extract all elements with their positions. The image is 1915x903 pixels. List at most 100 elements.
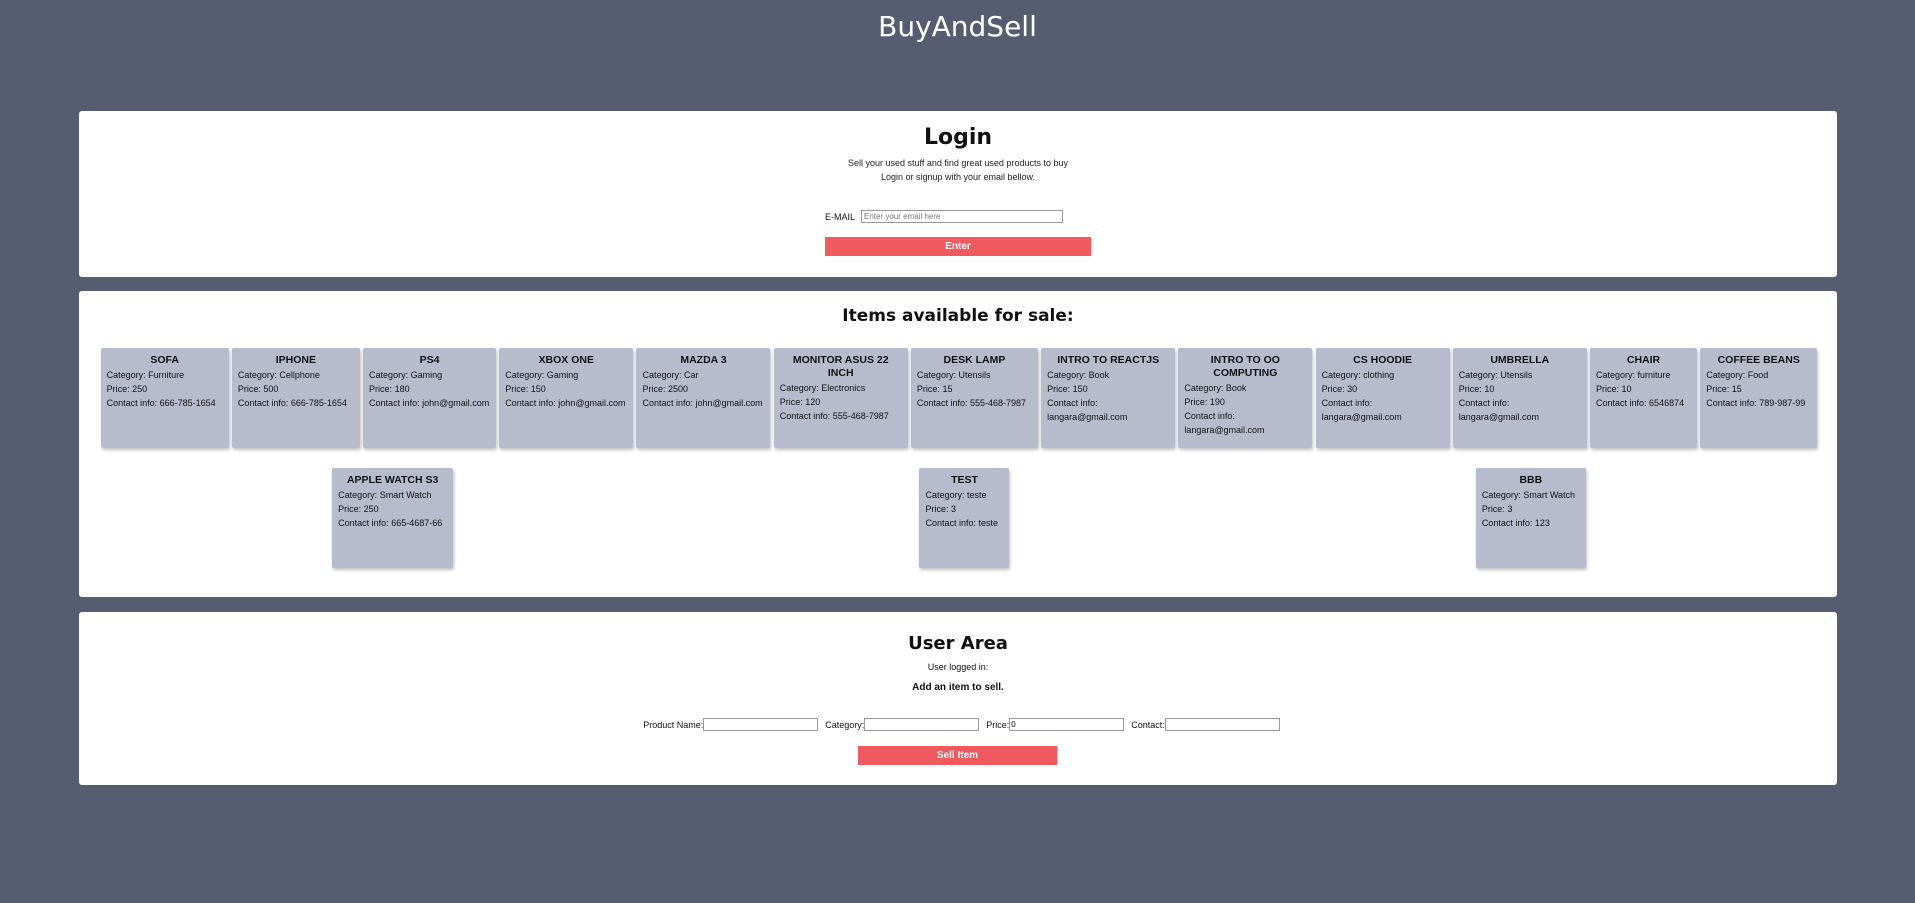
item-price-label: Price: bbox=[642, 384, 668, 394]
sell-form: Product Name: Category: Price: Contact: bbox=[79, 718, 1837, 731]
item-contact: langara@gmail.com bbox=[1458, 412, 1539, 422]
login-panel: Login Sell your used stuff and find grea… bbox=[79, 111, 1837, 277]
item-price-label: Price: bbox=[1596, 384, 1622, 394]
item-category-label: Category: bbox=[505, 370, 547, 380]
item-name: UMBRELLA bbox=[1490, 354, 1550, 366]
email-input[interactable] bbox=[861, 210, 1064, 223]
item-category-label: Category: bbox=[1458, 370, 1501, 380]
item-category-label: Category: bbox=[106, 370, 149, 380]
item-contact: 665-4687-66 bbox=[391, 518, 443, 528]
item-card: MAZDA 3 Category: Car Price: 2500 Contact i… bbox=[636, 348, 771, 448]
item-contact-label: Contact info: bbox=[505, 398, 559, 408]
contact-label: Contact: bbox=[1131, 719, 1165, 730]
item-price-label: Price: bbox=[338, 504, 364, 514]
item-price-label: Price: bbox=[369, 384, 395, 394]
item-card: IPHONE Category: Cellphone Price: 500 Conta… bbox=[231, 348, 360, 448]
category-input[interactable] bbox=[864, 718, 980, 731]
app-title: BuyAndSell bbox=[878, 10, 1037, 43]
item-contact-line: Contact info: 666-785-1654 bbox=[107, 396, 223, 410]
item-contact: 555-468-7987 bbox=[969, 398, 1027, 408]
item-price-label: Price: bbox=[237, 384, 264, 394]
item-contact-label: Contact info: bbox=[369, 398, 423, 408]
item-price: 250 bbox=[132, 384, 148, 394]
item-category-line: Category: Electronics bbox=[780, 381, 902, 395]
price-input[interactable] bbox=[1009, 718, 1125, 731]
login-subtitle: Sell your used stuff and find great used… bbox=[848, 158, 1068, 168]
login-description: Sell your used stuff and find great used… bbox=[79, 156, 1837, 184]
item-category: teste bbox=[967, 490, 987, 500]
item-category: Utensils bbox=[1500, 370, 1533, 380]
item-category-line: Category: Food bbox=[1706, 368, 1811, 382]
item-price: 250 bbox=[363, 504, 379, 514]
item-price-line: Price: 3 bbox=[925, 502, 1003, 516]
user-area-panel: User Area User logged in: Add an item to… bbox=[79, 612, 1837, 785]
item-category-line: Category: teste bbox=[925, 488, 1003, 502]
item-name: INTRO TO REACTJS bbox=[1057, 354, 1160, 366]
item-category-label: Category: bbox=[916, 370, 959, 380]
user-area-heading: User Area bbox=[908, 633, 1008, 654]
item-price: 15 bbox=[942, 384, 953, 394]
item-category-line: Category: Furniture bbox=[107, 368, 223, 382]
email-row: E-MAIL bbox=[825, 210, 1064, 223]
item-name: BBB bbox=[1519, 474, 1543, 486]
item-contact: 6546874 bbox=[1649, 398, 1685, 408]
item-price: 3 bbox=[1507, 504, 1513, 514]
item-card: CS HOODIE Category: clothing Price: 30 Cont… bbox=[1315, 348, 1450, 448]
item-category-label: Category: bbox=[237, 370, 280, 380]
item-category-line: Category: Cellphone bbox=[238, 368, 354, 382]
product-name-input[interactable] bbox=[703, 718, 819, 731]
item-price-line: Price: 15 bbox=[917, 382, 1032, 396]
item-card: UMBRELLA Category: Utensils Price: 10 Conta… bbox=[1452, 348, 1587, 448]
item-price-label: Price: bbox=[1047, 384, 1073, 394]
item-contact-line: Contact info: teste bbox=[925, 516, 1003, 530]
item-contact: john@gmail.com bbox=[558, 398, 626, 408]
item-price: 10 bbox=[1621, 384, 1632, 394]
item-contact: langara@gmail.com bbox=[1321, 412, 1402, 422]
item-price-line: Price: 190 bbox=[1184, 395, 1306, 409]
contact-input[interactable] bbox=[1164, 718, 1280, 731]
items-grid: SOFA Category: Furniture Price: 250 Contact… bbox=[99, 348, 1819, 568]
item-contact-line: Contact info: langara@gmail.com bbox=[1459, 396, 1581, 424]
item-category-line: Category: furniture bbox=[1596, 368, 1691, 382]
item-price-label: Price: bbox=[925, 504, 951, 514]
item-name: IPHONE bbox=[275, 354, 316, 366]
item-name: PS4 bbox=[419, 354, 440, 366]
item-category: furniture bbox=[1637, 370, 1671, 380]
item-name: APPLE WATCH S3 bbox=[346, 474, 439, 486]
item-name: XBOX ONE bbox=[538, 354, 594, 366]
item-price-line: Price: 150 bbox=[1047, 382, 1169, 396]
item-category: Book bbox=[1225, 383, 1247, 393]
item-category-label: Category: bbox=[338, 490, 380, 500]
item-category-line: Category: Smart Watch bbox=[338, 488, 447, 502]
item-contact-label: Contact info: bbox=[1481, 518, 1535, 528]
item-card: SOFA Category: Furniture Price: 250 Contact… bbox=[100, 348, 229, 448]
item-contact-label: Contact info: bbox=[1596, 398, 1650, 408]
item-contact: teste bbox=[978, 518, 999, 528]
item-card: MONITOR ASUS 22 INCH Category: Electronic… bbox=[773, 348, 908, 448]
item-category-line: Category: Utensils bbox=[917, 368, 1032, 382]
item-card: BBB Category: Smart Watch Price: 3 Contact … bbox=[1475, 468, 1586, 568]
item-contact-label: Contact info: bbox=[1706, 398, 1760, 408]
item-category: Furniture bbox=[148, 370, 185, 380]
item-contact-label: Contact info: bbox=[779, 411, 833, 421]
enter-button[interactable]: Enter bbox=[825, 237, 1091, 256]
item-price: 150 bbox=[1072, 384, 1088, 394]
item-contact: john@gmail.com bbox=[422, 398, 490, 408]
item-price-line: Price: 120 bbox=[780, 395, 902, 409]
item-price-line: Price: 30 bbox=[1322, 382, 1444, 396]
item-price-label: Price: bbox=[1458, 384, 1485, 394]
item-price-label: Price: bbox=[505, 384, 531, 394]
item-contact: 666-785-1654 bbox=[290, 398, 347, 408]
item-name: SOFA bbox=[150, 354, 179, 366]
item-contact-label: Contact info: bbox=[925, 518, 979, 528]
sell-item-button[interactable]: Sell Item bbox=[858, 746, 1057, 765]
item-contact-line: Contact info: 555-468-7987 bbox=[780, 409, 902, 423]
item-contact: john@gmail.com bbox=[695, 398, 763, 408]
items-panel: Items available for sale: SOFA Category: … bbox=[79, 291, 1837, 597]
item-price: 120 bbox=[805, 397, 821, 407]
item-contact: 789-987-99 bbox=[1759, 398, 1806, 408]
item-price-line: Price: 180 bbox=[369, 382, 490, 396]
item-contact-line: Contact info: john@gmail.com bbox=[369, 396, 490, 410]
item-name: MAZDA 3 bbox=[680, 354, 727, 366]
price-label: Price: bbox=[986, 719, 1010, 730]
